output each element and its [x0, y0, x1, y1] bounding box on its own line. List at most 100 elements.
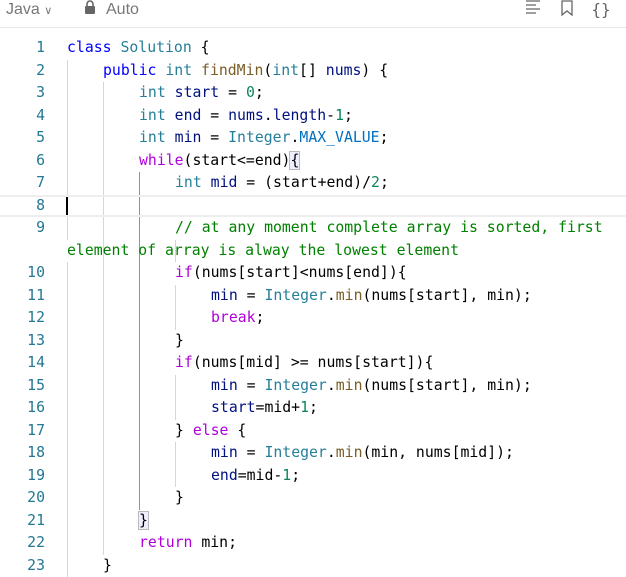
code-line-14[interactable]: 14 if(nums[mid] >= nums[start]){ — [0, 352, 626, 375]
code-line-18[interactable]: 18min = Integer.min(min, nums[mid]); — [0, 442, 626, 465]
code-text: min = Integer.min(min, nums[mid]); — [211, 442, 514, 465]
code-token: length — [273, 107, 326, 124]
code-token: { — [228, 422, 246, 439]
code-line-12[interactable]: 12 break; — [0, 307, 626, 330]
code-line-1[interactable]: 1class Solution { — [0, 37, 626, 60]
language-label: Java — [6, 1, 40, 18]
code-token: } — [175, 332, 184, 349]
indent-guide — [103, 82, 104, 105]
code-token: mid — [211, 174, 238, 191]
indent-guide — [103, 375, 104, 398]
indent-guide — [103, 285, 104, 308]
indent-guide — [103, 105, 104, 128]
line-number: 18 — [0, 442, 45, 465]
code-token: 0 — [246, 84, 255, 101]
line-number: 8 — [0, 197, 45, 216]
code-token: ; — [380, 129, 389, 146]
code-token: int — [139, 84, 166, 101]
line-number: 20 — [0, 487, 45, 510]
code-line-11[interactable]: 11min = Integer.min(nums[start], min); — [0, 285, 626, 308]
code-line-6[interactable]: 6while(start<=end){ — [0, 150, 626, 173]
braces-icon[interactable]: {} — [591, 0, 611, 20]
line-number: 6 — [0, 150, 45, 173]
code-line-17[interactable]: 17} else { — [0, 420, 626, 443]
code-text: } — [175, 487, 184, 510]
line-number: 10 — [0, 262, 45, 285]
code-token: min — [336, 377, 363, 394]
code-token: end — [175, 107, 202, 124]
code-line-2[interactable]: 2public int findMin(int[] nums) { — [0, 60, 626, 83]
indent-guide — [103, 330, 104, 353]
code-token: ) { — [361, 62, 388, 79]
code-text: int mid = (start+end)/2; — [175, 172, 389, 195]
code-token: min — [211, 377, 238, 394]
code-line-23[interactable]: 23} — [0, 555, 626, 577]
code-token: ; — [256, 309, 265, 326]
language-select[interactable]: Java ∨ — [6, 0, 52, 20]
indent-guide — [103, 307, 104, 330]
line-number: 14 — [0, 352, 45, 375]
line-number: 15 — [0, 375, 45, 398]
code-line-16[interactable]: 16start=mid+1; — [0, 397, 626, 420]
code-token: = — [219, 84, 246, 101]
indent-guide — [103, 510, 104, 533]
code-token: = — [238, 377, 265, 394]
line-number: 9 — [0, 217, 45, 240]
indent-guide — [103, 217, 104, 240]
code-line-4[interactable]: 4int end = nums.length-1; — [0, 105, 626, 128]
code-token: ; — [255, 84, 264, 101]
indent-guide — [67, 82, 68, 105]
code-token: min — [211, 444, 238, 461]
code-token — [202, 174, 211, 191]
indent-guide — [67, 487, 68, 510]
code-token: findMin — [201, 62, 263, 79]
code-token: . — [327, 287, 336, 304]
code-line-8[interactable]: 8 — [0, 195, 626, 218]
format-icon[interactable] — [523, 0, 543, 20]
code-line-wrap[interactable]: element of array is alway the lowest ele… — [0, 240, 626, 263]
line-number: 19 — [0, 465, 45, 488]
code-line-15[interactable]: 15min = Integer.min(nums[start], min); — [0, 375, 626, 398]
code-token: ; — [344, 107, 353, 124]
code-token: . — [327, 444, 336, 461]
indent-guide — [67, 555, 68, 577]
code-line-9[interactable]: 9// at any moment complete array is sort… — [0, 217, 626, 240]
line-number: 11 — [0, 285, 45, 308]
code-token: = — [238, 444, 265, 461]
indent-guide — [103, 352, 104, 375]
code-text: break; — [211, 307, 264, 330]
code-line-19[interactable]: 19end=mid-1; — [0, 465, 626, 488]
code-line-21[interactable]: 21} — [0, 510, 626, 533]
code-line-7[interactable]: 7int mid = (start+end)/2; — [0, 172, 626, 195]
code-token: else — [193, 422, 229, 439]
line-number: 23 — [0, 555, 45, 577]
code-token: } — [103, 557, 112, 574]
code-token: min — [175, 129, 202, 146]
code-line-3[interactable]: 3int start = 0; — [0, 82, 626, 105]
code-text: if(nums[mid] >= nums[start]){ — [175, 352, 433, 375]
code-line-20[interactable]: 20} — [0, 487, 626, 510]
code-text: return min; — [139, 532, 237, 555]
line-number: 2 — [0, 60, 45, 83]
code-text: int end = nums.length-1; — [139, 105, 353, 128]
code-token: = (start+end)/ — [237, 174, 371, 191]
line-number: 12 — [0, 307, 45, 330]
indent-guide — [103, 197, 104, 216]
indent-guide — [67, 330, 68, 353]
bookmark-icon[interactable] — [557, 0, 577, 20]
indent-guide — [103, 420, 104, 443]
code-line-10[interactable]: 10if(nums[start]<nums[end]){ — [0, 262, 626, 285]
code-token: = — [238, 287, 265, 304]
code-token: (nums[start], min); — [362, 287, 531, 304]
indent-guide — [67, 285, 68, 308]
indent-guide — [139, 375, 140, 398]
code-editor[interactable]: 1class Solution {2public int findMin(int… — [0, 37, 626, 577]
code-line-13[interactable]: 13} — [0, 330, 626, 353]
indent-guide — [103, 397, 104, 420]
code-line-5[interactable]: 5int min = Integer.MAX_VALUE; — [0, 127, 626, 150]
code-line-22[interactable]: 22 return min; — [0, 532, 626, 555]
code-token: if — [175, 264, 193, 281]
indent-guide — [139, 442, 140, 465]
code-token: MAX_VALUE — [299, 129, 379, 146]
line-number: 22 — [0, 532, 45, 555]
